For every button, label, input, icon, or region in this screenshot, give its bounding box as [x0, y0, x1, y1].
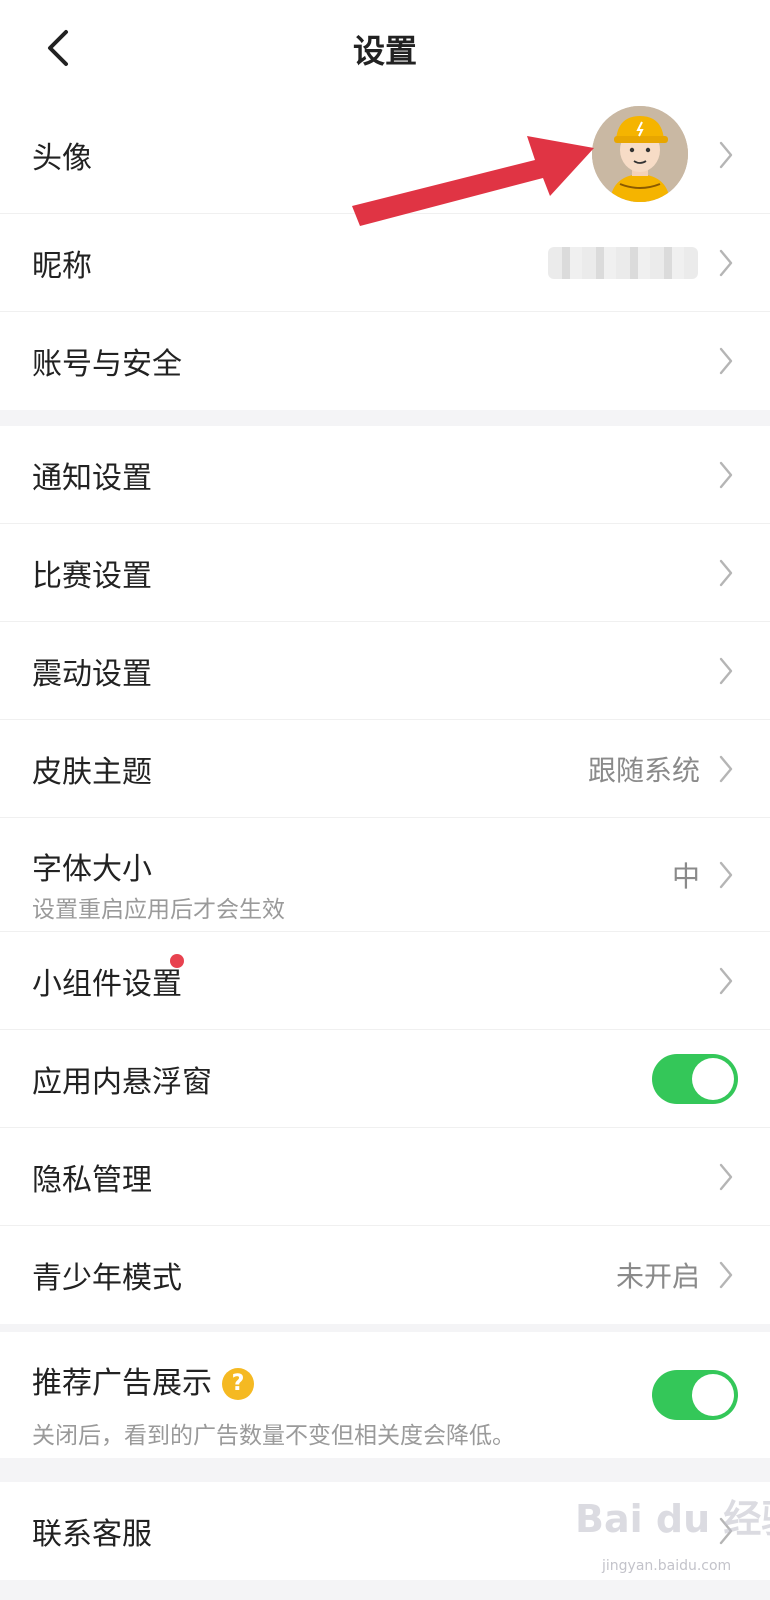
font-size-value: 中 [671, 859, 700, 893]
skin-theme-row[interactable]: 皮肤主题 跟随系统 [0, 720, 770, 818]
privacy-label: 隐私管理 [32, 1162, 152, 1198]
floating-window-row: 应用内悬浮窗 [0, 1030, 770, 1128]
chevron-right-icon [719, 657, 733, 684]
floating-window-label: 应用内悬浮窗 [32, 1064, 212, 1100]
recommended-ads-text: 推荐广告展示 [32, 1366, 212, 1401]
font-size-row[interactable]: 字体大小 设置重启应用后才会生效 中 [0, 818, 770, 932]
widget-settings-row[interactable]: 小组件设置 [0, 932, 770, 1030]
notification-settings-label: 通知设置 [32, 460, 152, 496]
teen-mode-value: 未开启 [615, 1260, 700, 1293]
watermark-url: jingyan.baidu.com [602, 1558, 732, 1574]
vibration-settings-row[interactable]: 震动设置 [0, 622, 770, 720]
toggle-knob [692, 1374, 734, 1416]
match-settings-label: 比赛设置 [32, 558, 152, 594]
settings-group: 通知设置 比赛设置 震动设置 皮肤主题 跟随系统 字体大小 设置重启应用后才会生… [0, 426, 770, 1324]
match-settings-row[interactable]: 比赛设置 [0, 524, 770, 622]
chevron-right-icon [719, 1163, 733, 1190]
recommended-ads-row: 推荐广告展示? 关闭后，看到的广告数量不变但相关度会降低。 [0, 1332, 770, 1458]
chevron-right-icon [719, 755, 733, 782]
ads-group: 推荐广告展示? 关闭后，看到的广告数量不变但相关度会降低。 [0, 1332, 770, 1458]
question-icon[interactable]: ? [222, 1368, 254, 1400]
privacy-row[interactable]: 隐私管理 [0, 1128, 770, 1226]
recommended-ads-label: 推荐广告展示? [32, 1358, 254, 1402]
vibration-settings-label: 震动设置 [32, 656, 152, 692]
account-security-row[interactable]: 账号与安全 [0, 312, 770, 410]
watermark-logo: Bai du 经验 [575, 1497, 770, 1541]
account-security-label: 账号与安全 [32, 347, 182, 382]
floating-window-toggle[interactable] [652, 1053, 738, 1104]
chevron-right-icon [719, 1261, 733, 1289]
teen-mode-label: 青少年模式 [32, 1261, 182, 1296]
font-size-hint: 设置重启应用后才会生效 [32, 897, 285, 923]
recommended-ads-toggle[interactable] [652, 1370, 738, 1420]
new-badge-dot [170, 954, 184, 968]
skin-theme-value: 跟随系统 [587, 753, 700, 787]
recommended-ads-hint: 关闭后，看到的广告数量不变但相关度会降低。 [32, 1423, 515, 1449]
chevron-right-icon [719, 967, 733, 994]
chevron-right-icon [719, 347, 733, 375]
chevron-right-icon [719, 861, 733, 888]
toggle-knob [692, 1057, 734, 1100]
chevron-right-icon [719, 559, 733, 586]
chevron-right-icon [719, 461, 733, 488]
teen-mode-row[interactable]: 青少年模式 未开启 [0, 1226, 770, 1324]
notification-settings-row[interactable]: 通知设置 [0, 426, 770, 524]
skin-theme-label: 皮肤主题 [32, 754, 152, 790]
font-size-label: 字体大小 [32, 852, 152, 887]
contact-support-label: 联系客服 [32, 1517, 152, 1552]
red-arrow-annotation [352, 136, 594, 226]
widget-settings-label: 小组件设置 [32, 966, 182, 1002]
